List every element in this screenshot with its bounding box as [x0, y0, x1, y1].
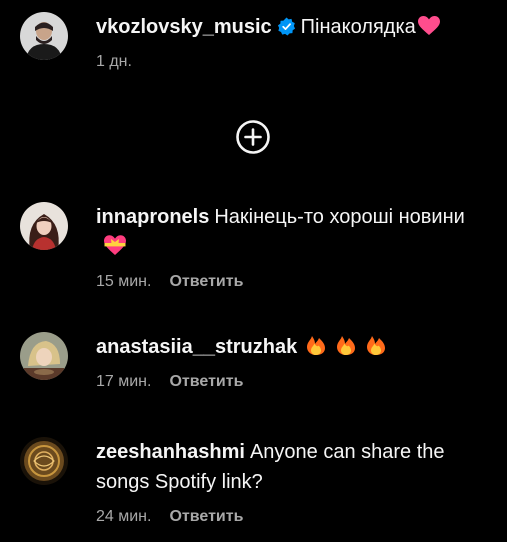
reply-button[interactable]: Ответить	[169, 372, 243, 392]
pink-heart-icon	[417, 16, 440, 36]
circle-plus-icon	[236, 120, 270, 154]
comment-meta: 17 мин. Ответить	[96, 372, 490, 392]
avatar-image-zeeshanhashmi	[20, 437, 68, 485]
comment-body: zeeshanhashmi Anyone can share the songs …	[96, 437, 490, 527]
comment-username[interactable]: innapronels	[96, 206, 209, 228]
verified-badge-icon	[277, 17, 296, 36]
avatar-image-anastasiia	[20, 332, 68, 380]
comment-body: innapronels Накінець-то хороші новини 15 …	[96, 202, 490, 292]
comment-username[interactable]: zeeshanhashmi	[96, 441, 245, 463]
caption-timestamp: 1 дн.	[96, 53, 132, 70]
comment-timestamp: 17 мин.	[96, 373, 152, 390]
comment-username[interactable]: anastasiia__struzhak	[96, 336, 297, 358]
fire-icon	[366, 334, 386, 356]
comment-timestamp: 24 мин.	[96, 508, 152, 525]
comment-text-line: innapronels Накінець-то хороші новини	[96, 202, 490, 262]
caption-body: vkozlovsky_music Пінаколядка 1 дн.	[96, 12, 490, 72]
comment-meta: 15 мин. Ответить	[96, 272, 490, 292]
comment-text-line: anastasiia__struzhak	[96, 332, 490, 362]
caption-text-line: vkozlovsky_music Пінаколядка	[96, 12, 490, 42]
comment-meta: 24 мин. Ответить	[96, 507, 490, 527]
caption-meta: 1 дн.	[96, 52, 490, 72]
avatar[interactable]	[20, 437, 68, 485]
avatar[interactable]	[20, 202, 68, 250]
fire-icon	[336, 334, 356, 356]
avatar[interactable]	[20, 12, 68, 60]
avatar[interactable]	[20, 332, 68, 380]
load-more-comments-button[interactable]	[235, 119, 271, 155]
reply-button[interactable]: Ответить	[169, 507, 243, 527]
comment-timestamp: 15 мин.	[96, 273, 152, 290]
comment-text: Накінець-то хороші новини	[214, 206, 465, 228]
comment-text-line: zeeshanhashmi Anyone can share the songs …	[96, 437, 490, 497]
avatar-image-innapronels	[20, 202, 68, 250]
comment-body: anastasiia__struzhak 17 мин. Ответить	[96, 332, 490, 392]
heart-with-ribbon-icon	[104, 235, 126, 256]
fire-icon	[306, 334, 326, 356]
caption-username[interactable]: vkozlovsky_music	[96, 16, 272, 38]
reply-button[interactable]: Ответить	[169, 272, 243, 292]
caption-text: Пінаколядка	[300, 16, 416, 38]
avatar-image-vkozlovsky	[20, 12, 68, 60]
